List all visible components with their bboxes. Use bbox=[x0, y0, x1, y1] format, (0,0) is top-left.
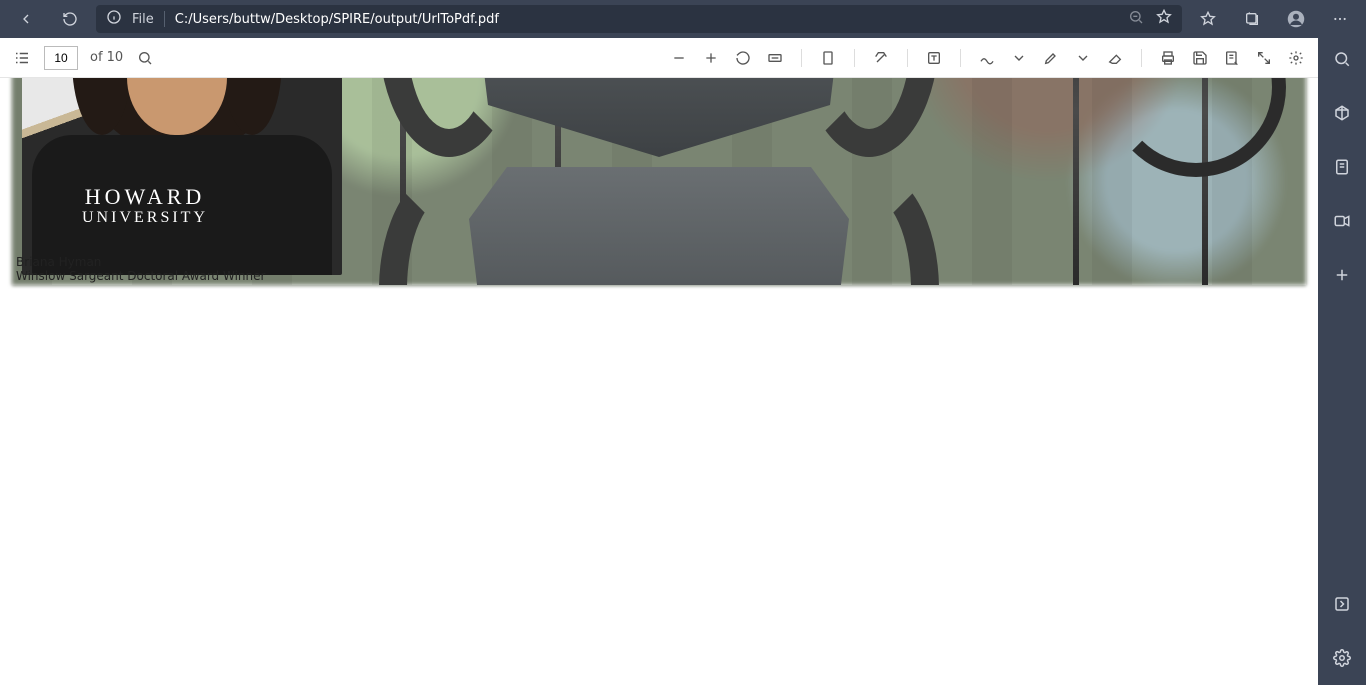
pdf-toolbar: of 10 bbox=[0, 38, 1318, 78]
separator bbox=[907, 49, 908, 67]
add-icon[interactable] bbox=[1333, 266, 1351, 288]
fit-width-icon[interactable] bbox=[765, 48, 785, 68]
print-icon[interactable] bbox=[1158, 48, 1178, 68]
zoom-icon[interactable] bbox=[1128, 9, 1144, 29]
separator bbox=[1141, 49, 1142, 67]
chevron-down-icon[interactable] bbox=[1009, 48, 1029, 68]
separator bbox=[164, 11, 165, 27]
caption-title: Winslow Sargeant Doctoral Award Winner bbox=[16, 269, 265, 283]
shirt-logo: HOWARD UNIVERSITY bbox=[82, 185, 208, 227]
add-text-icon[interactable] bbox=[924, 48, 944, 68]
browser-sidebar bbox=[1318, 38, 1366, 685]
find-icon[interactable] bbox=[135, 48, 155, 68]
tools-icon[interactable] bbox=[1333, 104, 1351, 126]
shield-text: HU bbox=[469, 281, 849, 285]
fullscreen-icon[interactable] bbox=[1254, 48, 1274, 68]
page-view-icon[interactable] bbox=[818, 48, 838, 68]
save-as-icon[interactable] bbox=[1222, 48, 1242, 68]
more-button[interactable] bbox=[1322, 5, 1358, 33]
profile-button[interactable] bbox=[1278, 5, 1314, 33]
portrait-image: HOWARD UNIVERSITY bbox=[22, 78, 342, 275]
shield-text: HU bbox=[469, 78, 849, 90]
settings-icon[interactable] bbox=[1333, 649, 1351, 671]
caption-name: Briana Hyman bbox=[16, 255, 101, 269]
contents-icon[interactable] bbox=[12, 48, 32, 68]
search-icon[interactable] bbox=[1333, 50, 1351, 72]
page-count-label: of 10 bbox=[90, 50, 123, 65]
read-aloud-icon[interactable] bbox=[871, 48, 891, 68]
address-bar[interactable]: File C:/Users/buttw/Desktop/SPIRE/output… bbox=[96, 5, 1182, 33]
favorites-button[interactable] bbox=[1190, 5, 1226, 33]
add-favorite-icon[interactable] bbox=[1156, 9, 1172, 29]
office-icon[interactable] bbox=[1333, 158, 1351, 180]
expand-icon[interactable] bbox=[1333, 595, 1351, 617]
outlook-icon[interactable] bbox=[1333, 212, 1351, 234]
info-icon bbox=[106, 9, 122, 29]
browser-toolbar: File C:/Users/buttw/Desktop/SPIRE/output… bbox=[0, 0, 1366, 38]
rotate-icon[interactable] bbox=[733, 48, 753, 68]
pdf-viewer: of 10 bbox=[0, 38, 1318, 685]
zoom-in-icon[interactable] bbox=[701, 48, 721, 68]
pdf-scroll-area[interactable]: HU Our community of more than 12,000 und… bbox=[0, 78, 1318, 685]
page-number-input[interactable] bbox=[44, 46, 78, 70]
draw-icon[interactable] bbox=[977, 48, 997, 68]
back-button[interactable] bbox=[8, 5, 44, 33]
refresh-button[interactable] bbox=[52, 5, 88, 33]
pdf-page: HU Our community of more than 12,000 und… bbox=[12, 78, 1306, 285]
settings-icon[interactable] bbox=[1286, 48, 1306, 68]
separator bbox=[960, 49, 961, 67]
separator bbox=[801, 49, 802, 67]
chevron-down-icon[interactable] bbox=[1073, 48, 1093, 68]
highlight-icon[interactable] bbox=[1041, 48, 1061, 68]
separator bbox=[854, 49, 855, 67]
collections-button[interactable] bbox=[1234, 5, 1270, 33]
url-scheme: File bbox=[132, 12, 154, 27]
erase-icon[interactable] bbox=[1105, 48, 1125, 68]
zoom-out-icon[interactable] bbox=[669, 48, 689, 68]
url-path: C:/Users/buttw/Desktop/SPIRE/output/UrlT… bbox=[175, 12, 1118, 27]
save-icon[interactable] bbox=[1190, 48, 1210, 68]
